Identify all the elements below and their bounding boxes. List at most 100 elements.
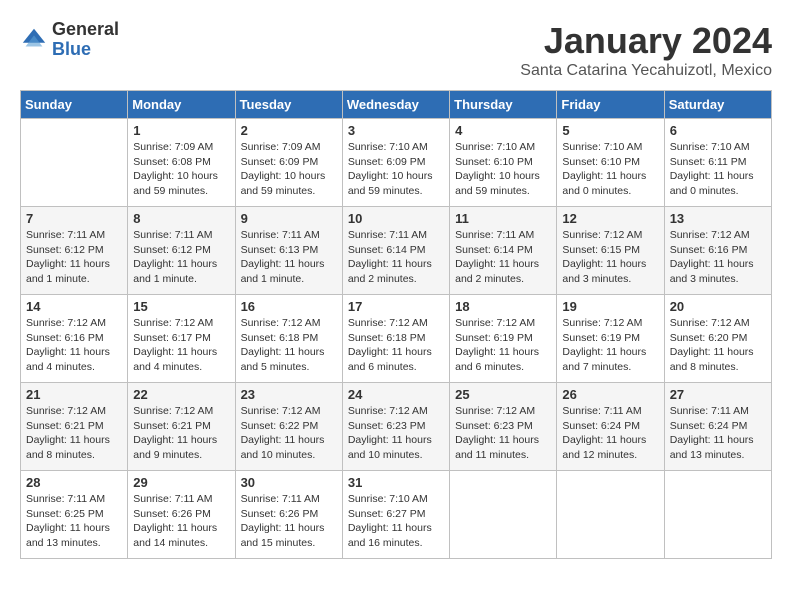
logo-general: General [52,20,119,40]
logo-blue: Blue [52,40,119,60]
day-info: Sunrise: 7:10 AM Sunset: 6:09 PM Dayligh… [348,140,444,199]
day-number: 9 [241,211,337,226]
day-info: Sunrise: 7:10 AM Sunset: 6:10 PM Dayligh… [455,140,551,199]
day-info: Sunrise: 7:10 AM Sunset: 6:10 PM Dayligh… [562,140,658,199]
calendar-day-cell: 27 Sunrise: 7:11 AM Sunset: 6:24 PM Dayli… [664,383,771,471]
day-info: Sunrise: 7:12 AM Sunset: 6:16 PM Dayligh… [26,316,122,375]
day-number: 25 [455,387,551,402]
calendar-day-cell: 1 Sunrise: 7:09 AM Sunset: 6:08 PM Daylig… [128,119,235,207]
day-number: 7 [26,211,122,226]
day-info: Sunrise: 7:10 AM Sunset: 6:27 PM Dayligh… [348,492,444,551]
calendar-day-cell: 17Sunrise: 7:12 AM Sunset: 6:18 PM Dayli… [342,295,449,383]
day-number: 24 [348,387,444,402]
day-number: 15 [133,299,229,314]
calendar-day-cell: 30Sunrise: 7:11 AM Sunset: 6:26 PM Dayli… [235,471,342,559]
day-info: Sunrise: 7:11 AM Sunset: 6:24 PM Dayligh… [670,404,766,463]
day-number: 16 [241,299,337,314]
calendar-day-cell: 19 Sunrise: 7:12 AM Sunset: 6:19 PM Dayli… [557,295,664,383]
weekday-header-cell: Saturday [664,91,771,119]
calendar-table: SundayMondayTuesdayWednesdayThursdayFrid… [20,90,772,559]
calendar-day-cell: 5 Sunrise: 7:10 AM Sunset: 6:10 PM Daylig… [557,119,664,207]
calendar-day-cell: 21 Sunrise: 7:12 AM Sunset: 6:21 PM Dayli… [21,383,128,471]
day-number: 21 [26,387,122,402]
day-number: 11 [455,211,551,226]
day-info: Sunrise: 7:12 AM Sunset: 6:21 PM Dayligh… [133,404,229,463]
day-info: Sunrise: 7:11 AM Sunset: 6:26 PM Dayligh… [133,492,229,551]
day-info: Sunrise: 7:12 AM Sunset: 6:18 PM Dayligh… [348,316,444,375]
day-info: Sunrise: 7:11 AM Sunset: 6:14 PM Dayligh… [455,228,551,287]
calendar-day-cell: 15 Sunrise: 7:12 AM Sunset: 6:17 PM Dayli… [128,295,235,383]
calendar-day-cell [557,471,664,559]
day-info: Sunrise: 7:11 AM Sunset: 6:12 PM Dayligh… [133,228,229,287]
logo-text: General Blue [52,20,119,60]
day-info: Sunrise: 7:12 AM Sunset: 6:15 PM Dayligh… [562,228,658,287]
calendar-day-cell [450,471,557,559]
calendar-day-cell: 2Sunrise: 7:09 AM Sunset: 6:09 PM Daylig… [235,119,342,207]
month-title: January 2024 [520,20,772,62]
day-number: 18 [455,299,551,314]
day-number: 3 [348,123,444,138]
weekday-header-cell: Monday [128,91,235,119]
day-number: 31 [348,475,444,490]
day-number: 8 [133,211,229,226]
calendar-day-cell: 20 Sunrise: 7:12 AM Sunset: 6:20 PM Dayli… [664,295,771,383]
day-info: Sunrise: 7:12 AM Sunset: 6:19 PM Dayligh… [562,316,658,375]
day-number: 12 [562,211,658,226]
day-info: Sunrise: 7:11 AM Sunset: 6:26 PM Dayligh… [241,492,337,551]
calendar-day-cell: 26 Sunrise: 7:11 AM Sunset: 6:24 PM Dayli… [557,383,664,471]
day-number: 20 [670,299,766,314]
day-number: 4 [455,123,551,138]
day-info: Sunrise: 7:12 AM Sunset: 6:21 PM Dayligh… [26,404,122,463]
day-info: Sunrise: 7:12 AM Sunset: 6:22 PM Dayligh… [241,404,337,463]
day-info: Sunrise: 7:09 AM Sunset: 6:08 PM Dayligh… [133,140,229,199]
day-info: Sunrise: 7:12 AM Sunset: 6:23 PM Dayligh… [455,404,551,463]
day-info: Sunrise: 7:09 AM Sunset: 6:09 PM Dayligh… [241,140,337,199]
day-number: 19 [562,299,658,314]
day-number: 22 [133,387,229,402]
logo-icon [20,26,48,54]
day-number: 1 [133,123,229,138]
day-info: Sunrise: 7:11 AM Sunset: 6:25 PM Dayligh… [26,492,122,551]
weekday-header-row: SundayMondayTuesdayWednesdayThursdayFrid… [21,91,772,119]
calendar-day-cell: 31 Sunrise: 7:10 AM Sunset: 6:27 PM Dayli… [342,471,449,559]
weekday-header-cell: Thursday [450,91,557,119]
day-number: 5 [562,123,658,138]
day-number: 26 [562,387,658,402]
calendar-day-cell: 13Sunrise: 7:12 AM Sunset: 6:16 PM Dayli… [664,207,771,295]
calendar-day-cell: 25 Sunrise: 7:12 AM Sunset: 6:23 PM Dayli… [450,383,557,471]
day-info: Sunrise: 7:11 AM Sunset: 6:12 PM Dayligh… [26,228,122,287]
calendar-day-cell: 3 Sunrise: 7:10 AM Sunset: 6:09 PM Daylig… [342,119,449,207]
day-info: Sunrise: 7:11 AM Sunset: 6:24 PM Dayligh… [562,404,658,463]
logo: General Blue [20,20,119,60]
day-info: Sunrise: 7:12 AM Sunset: 6:17 PM Dayligh… [133,316,229,375]
calendar-day-cell: 28Sunrise: 7:11 AM Sunset: 6:25 PM Dayli… [21,471,128,559]
calendar-week-row: 7 Sunrise: 7:11 AM Sunset: 6:12 PM Daylig… [21,207,772,295]
calendar-day-cell: 11 Sunrise: 7:11 AM Sunset: 6:14 PM Dayli… [450,207,557,295]
calendar-week-row: 1 Sunrise: 7:09 AM Sunset: 6:08 PM Daylig… [21,119,772,207]
day-info: Sunrise: 7:12 AM Sunset: 6:20 PM Dayligh… [670,316,766,375]
day-info: Sunrise: 7:12 AM Sunset: 6:23 PM Dayligh… [348,404,444,463]
day-number: 14 [26,299,122,314]
weekday-header-cell: Sunday [21,91,128,119]
day-number: 27 [670,387,766,402]
day-number: 13 [670,211,766,226]
calendar-day-cell: 8 Sunrise: 7:11 AM Sunset: 6:12 PM Daylig… [128,207,235,295]
day-number: 23 [241,387,337,402]
calendar-day-cell: 9Sunrise: 7:11 AM Sunset: 6:13 PM Daylig… [235,207,342,295]
calendar-day-cell: 6Sunrise: 7:10 AM Sunset: 6:11 PM Daylig… [664,119,771,207]
location-title: Santa Catarina Yecahuizotl, Mexico [520,62,772,80]
calendar-body: 1 Sunrise: 7:09 AM Sunset: 6:08 PM Daylig… [21,119,772,559]
calendar-day-cell: 24 Sunrise: 7:12 AM Sunset: 6:23 PM Dayli… [342,383,449,471]
day-info: Sunrise: 7:12 AM Sunset: 6:18 PM Dayligh… [241,316,337,375]
calendar-day-cell: 16 Sunrise: 7:12 AM Sunset: 6:18 PM Dayli… [235,295,342,383]
weekday-header-cell: Tuesday [235,91,342,119]
page-header: General Blue January 2024 Santa Catarina… [20,20,772,80]
calendar-day-cell: 23 Sunrise: 7:12 AM Sunset: 6:22 PM Dayli… [235,383,342,471]
calendar-day-cell: 14 Sunrise: 7:12 AM Sunset: 6:16 PM Dayli… [21,295,128,383]
calendar-day-cell [664,471,771,559]
weekday-header-cell: Friday [557,91,664,119]
calendar-day-cell: 7 Sunrise: 7:11 AM Sunset: 6:12 PM Daylig… [21,207,128,295]
calendar-day-cell: 10Sunrise: 7:11 AM Sunset: 6:14 PM Dayli… [342,207,449,295]
day-number: 10 [348,211,444,226]
calendar-day-cell: 4 Sunrise: 7:10 AM Sunset: 6:10 PM Daylig… [450,119,557,207]
